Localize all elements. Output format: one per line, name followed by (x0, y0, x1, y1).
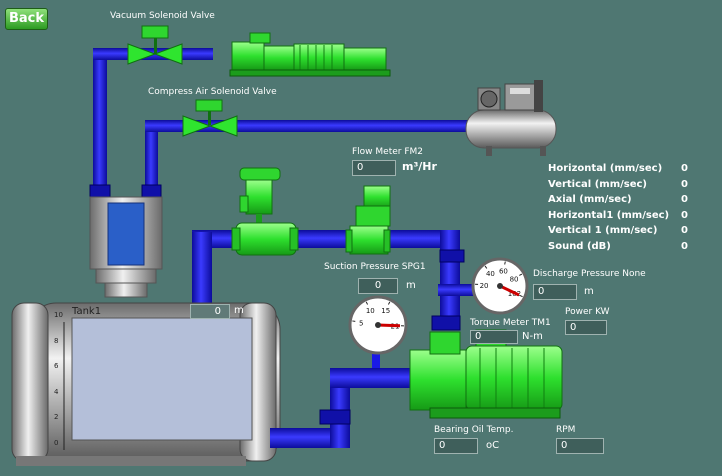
gauge-tick-label: 5 (359, 319, 363, 327)
gauge-needle (377, 323, 401, 328)
bearing-oil-temp-label: Bearing Oil Temp. (434, 425, 514, 435)
control-valve-icon[interactable] (231, 167, 299, 256)
gauge-tick-label: 80 (510, 275, 519, 283)
suction-pressure-gauge-icon: 5101521 (348, 295, 408, 355)
process-diagram: 5101521 20406080102 (11, 25, 563, 466)
compress-air-valve-label: Compress Air Solenoid Valve (148, 87, 277, 97)
vibration-label: Vertical (mm/sec) (548, 178, 647, 190)
vibration-value: 0 (681, 240, 688, 252)
gauge-tick-label: 60 (499, 267, 508, 275)
vibration-label: Axial (mm/sec) (548, 194, 632, 205)
flow-meter-icon (345, 185, 391, 255)
discharge-pressure-unit: m (584, 286, 594, 297)
suction-pressure-value: 0 (358, 278, 398, 294)
gauge-tick-label: 40 (486, 270, 495, 278)
tank-scale-tick: 10 (54, 311, 63, 319)
vibration-value: 0 (681, 209, 688, 221)
gauge-tick-label: 15 (381, 307, 390, 315)
power-kw-label: Power KW (565, 307, 610, 317)
flow-meter-label: Flow Meter FM2 (352, 147, 424, 157)
tank1-label: Tank1 (72, 306, 102, 317)
vacuum-vessel-icon (89, 196, 163, 298)
vibration-value: 0 (681, 178, 688, 190)
gauge-tick-label: 10 (366, 307, 375, 315)
rpm-label: RPM (556, 425, 576, 435)
discharge-pressure-gauge-icon: 20406080102 (471, 257, 529, 315)
gauge-tick-label: 20 (480, 282, 489, 290)
air-compressor-icon (465, 80, 557, 156)
vacuum-valve-label: Vacuum Solenoid Valve (110, 11, 215, 21)
torque-meter-value: 0 (470, 330, 518, 344)
suction-pressure-unit: m (406, 280, 416, 291)
bearing-oil-temp-unit: oC (486, 440, 500, 451)
flow-meter-unit: m³/Hr (402, 160, 437, 173)
discharge-pressure-label: Discharge Pressure None (533, 269, 646, 279)
tank-scale-tick: 2 (54, 413, 59, 422)
back-button[interactable]: Back (5, 8, 48, 30)
gauge-tick-mark (504, 261, 506, 265)
flow-meter-value: 0 (352, 160, 396, 176)
tank-scale-tick: 8 (54, 336, 59, 345)
power-kw-value: 0 (565, 320, 607, 335)
rpm-value: 0 (556, 438, 604, 454)
tank1-unit: m (234, 305, 244, 316)
vacuum-pump-icon (229, 32, 391, 77)
tank-scale-tick: 0 (54, 439, 59, 447)
suction-pressure-label: Suction Pressure SPG1 (324, 262, 426, 272)
vibration-label: Sound (dB) (548, 240, 611, 252)
discharge-pressure-value: 0 (533, 284, 577, 300)
tank1-value: 0 (190, 304, 230, 319)
tank-scale-tick: 6 (54, 362, 59, 371)
vibration-label: Horizontal (mm/sec) (548, 163, 663, 174)
vibration-label: Horizontal1 (mm/sec) (548, 209, 670, 221)
suction-pipe (270, 338, 420, 448)
tank-scale-tick: 4 (54, 387, 59, 396)
vibration-label: Vertical 1 (mm/sec) (548, 225, 658, 236)
torque-meter-label: Torque Meter TM1 (470, 318, 551, 328)
scada-screen: 5101521 20406080102 Back Vacuum Solenoid… (0, 0, 722, 476)
tank1-icon (11, 302, 281, 466)
vibration-value: 0 (681, 225, 688, 236)
vibration-value: 0 (681, 163, 688, 174)
bearing-oil-temp-value: 0 (434, 438, 478, 454)
vibration-value: 0 (681, 194, 688, 205)
torque-meter-unit: N-m (522, 331, 543, 342)
